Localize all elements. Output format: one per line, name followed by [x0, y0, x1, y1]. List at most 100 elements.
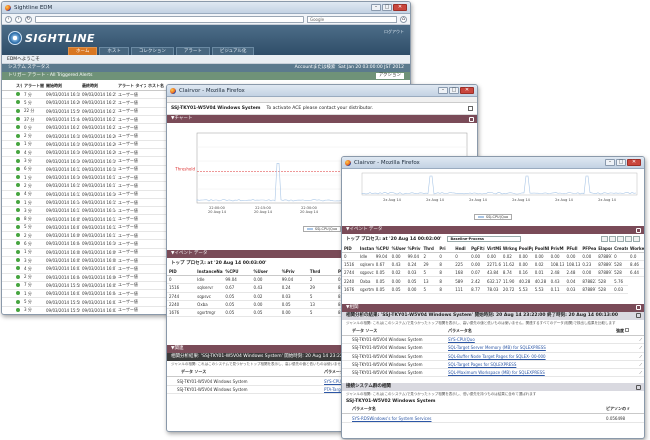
table-row[interactable]: SYS-RDSWindows's for System Services 0.05…	[342, 414, 644, 422]
table-row[interactable]: 1676sgxrtmgr0.050.050.00581118.7778.0320…	[342, 285, 644, 293]
minimize-button[interactable]: –	[371, 4, 381, 11]
tab-collections[interactable]: コレクション	[131, 47, 174, 55]
col-datasource[interactable]: データ ソース	[167, 368, 322, 377]
chart-icon[interactable]: ⟋	[639, 337, 642, 342]
forward-icon[interactable]: ›	[15, 16, 22, 23]
table-row[interactable]: 2744 sqpsvc 0.05 0.02 0.03 5 8 168 0.07 43.84 8.74…	[342, 269, 644, 277]
expand-icon[interactable]	[636, 305, 641, 310]
parameter-link[interactable]: SQL-Buffer Node Target Pages for SQLEX- …	[448, 354, 546, 359]
col-header[interactable]: PgFlt/s	[469, 245, 485, 253]
legend-item[interactable]: SSJ-CPU(Quo	[474, 214, 512, 220]
event-section-header[interactable]: ▼ イベント データ	[342, 226, 644, 234]
tab-alerts[interactable]: アラート	[176, 47, 210, 55]
col-parameter[interactable]: パラメータ名	[342, 405, 604, 414]
maximize-button[interactable]: □	[382, 4, 392, 11]
col-parameter[interactable]: パラメータ名	[446, 327, 614, 336]
col-header[interactable]: CreateProcID	[612, 245, 628, 253]
triggered-alerts-bar[interactable]: トリガー アラート - All Triggered Alerts アクション	[2, 72, 410, 80]
related-section-header[interactable]: ▼ 相関	[342, 304, 644, 312]
col-header[interactable]: PoolNP	[533, 245, 549, 253]
col-type[interactable]: アラート タイプ	[116, 82, 146, 91]
col-header[interactable]: Pri	[437, 245, 453, 253]
col-status[interactable]: ステータス	[2, 82, 22, 91]
minimize-button[interactable]: –	[438, 87, 448, 94]
chart-icon[interactable]: ⟋	[639, 370, 642, 375]
chart-section-header[interactable]: ▼ チャート	[167, 115, 477, 123]
table-row[interactable]: SSJ-TKY01-W5V04 Windows System SQL-Buffer…	[342, 352, 644, 360]
reload-icon[interactable]: ↻	[25, 16, 32, 23]
close-button[interactable]: ✕	[393, 4, 407, 11]
table-row[interactable]: SSJ-TKY01-W5V04 Windows System SYS-CPU(Qu…	[342, 335, 644, 343]
col-header[interactable]: Worke	[628, 245, 644, 253]
parameter-link[interactable]: SQL-Target Pages for SQLEXPRESS	[448, 362, 516, 367]
table-row[interactable]: SSJ-TKY01-W5V04 Windows System SQL-Target…	[342, 344, 644, 352]
close-button[interactable]: ✕	[460, 87, 474, 94]
col-datasource[interactable]: データ ソース	[342, 327, 446, 336]
col-header[interactable]: ElapsedTime	[596, 245, 612, 253]
baseline-select[interactable]: Baseline-Process	[447, 236, 521, 242]
legend-item[interactable]: SSJ-CPU(Quo	[303, 226, 341, 232]
col-header[interactable]: %CPU	[223, 268, 251, 276]
parameter-link[interactable]: 0.056498	[606, 416, 625, 421]
col-strength[interactable]: 強度	[614, 327, 644, 336]
chart-icon[interactable]: ⟋	[639, 345, 642, 350]
col-header[interactable]: PFull	[564, 245, 580, 253]
tab-home[interactable]: ホーム	[68, 47, 97, 55]
col-header[interactable]: PrivMB	[549, 245, 565, 253]
col-header[interactable]: %User	[390, 245, 406, 253]
prev-page-button[interactable]	[609, 236, 616, 242]
expand-icon[interactable]	[636, 228, 641, 233]
export-icon[interactable]	[636, 313, 641, 318]
col-header[interactable]: Thrd	[308, 268, 336, 276]
chart-icon[interactable]: ⟋	[639, 362, 642, 367]
col-header[interactable]: PFPeak	[580, 245, 596, 253]
col-header[interactable]: WrkngSet	[501, 245, 517, 253]
col-header[interactable]: PID	[342, 245, 358, 253]
col-header[interactable]: %User	[252, 268, 280, 276]
first-page-button[interactable]	[601, 236, 608, 242]
parameter-link[interactable]: SQL-Target Server Memory (MB) for SQLEXP…	[448, 345, 546, 350]
col-header[interactable]: PoolPg	[517, 245, 533, 253]
col-header[interactable]: VirtMB	[485, 245, 501, 253]
expand-icon[interactable]	[469, 117, 474, 122]
system-status-bar[interactable]: システム ステータス Accountまたは検索 Sat Jan 20 03:00…	[2, 64, 410, 72]
close-button[interactable]: ✕	[627, 159, 641, 166]
col-interval[interactable]: アラート間隔	[22, 82, 44, 91]
options-button[interactable]	[633, 236, 640, 242]
col-header[interactable]: InstanceName	[195, 268, 223, 276]
table-row[interactable]: 2240Oxba0.050.000.051385892.42632.1711.9…	[342, 277, 644, 285]
next-page-button[interactable]	[617, 236, 624, 242]
tab-hosts[interactable]: ホスト	[99, 47, 129, 55]
col-header[interactable]: Hndl	[453, 245, 469, 253]
chart-icon[interactable]: ⟋	[639, 354, 642, 359]
table-row[interactable]: SSJ-TKY01-W5V04 Windows System SQL-Maximu…	[342, 369, 644, 377]
col-header[interactable]: %Priv	[280, 268, 308, 276]
action-select[interactable]: アクション	[376, 73, 404, 79]
col-header[interactable]: Thrd	[421, 245, 437, 253]
select-all-checkbox[interactable]	[625, 328, 629, 332]
table-row[interactable]: 1516sqlservr0.670.430.242982250.002271.6…	[342, 260, 644, 268]
col-header[interactable]: InstanceName	[358, 245, 374, 253]
maximize-button[interactable]: □	[449, 87, 459, 94]
maximize-button[interactable]: □	[616, 159, 626, 166]
last-page-button[interactable]	[625, 236, 632, 242]
table-row[interactable]: 0 Idle 99.04 0.00 99.04 2 0 0 0.00 0.00 0.02 0.00 0.…	[342, 252, 644, 260]
tab-visualization[interactable]: ビジュアル化	[212, 47, 255, 55]
col-header[interactable]: PID	[167, 268, 195, 276]
col-header[interactable]: %CPU	[374, 245, 390, 253]
col-host[interactable]: ホスト名	[146, 82, 168, 91]
home-icon[interactable]: ⌂	[400, 16, 407, 23]
address-bar[interactable]	[35, 16, 304, 23]
col-pearson[interactable]: ピアソンの r	[604, 405, 644, 414]
parameter-link[interactable]: SQL-Maximum Workspace (MB) for SQLEXPRES…	[448, 370, 545, 375]
search-input[interactable]: Google	[307, 16, 397, 23]
export-icon[interactable]	[636, 385, 641, 390]
col-header[interactable]: %Priv	[406, 245, 422, 253]
logout-link[interactable]: ログアウト	[384, 29, 404, 35]
parameter-link[interactable]: SYS-CPU(Quo	[448, 337, 475, 342]
minimize-button[interactable]: –	[605, 159, 615, 166]
back-icon[interactable]: ‹	[5, 16, 12, 23]
col-last[interactable]: 最終時刻	[80, 82, 116, 91]
col-start[interactable]: 開始時刻	[44, 82, 80, 91]
table-row[interactable]: SSJ-TKY01-W5V04 Windows System SQL-Target…	[342, 360, 644, 368]
